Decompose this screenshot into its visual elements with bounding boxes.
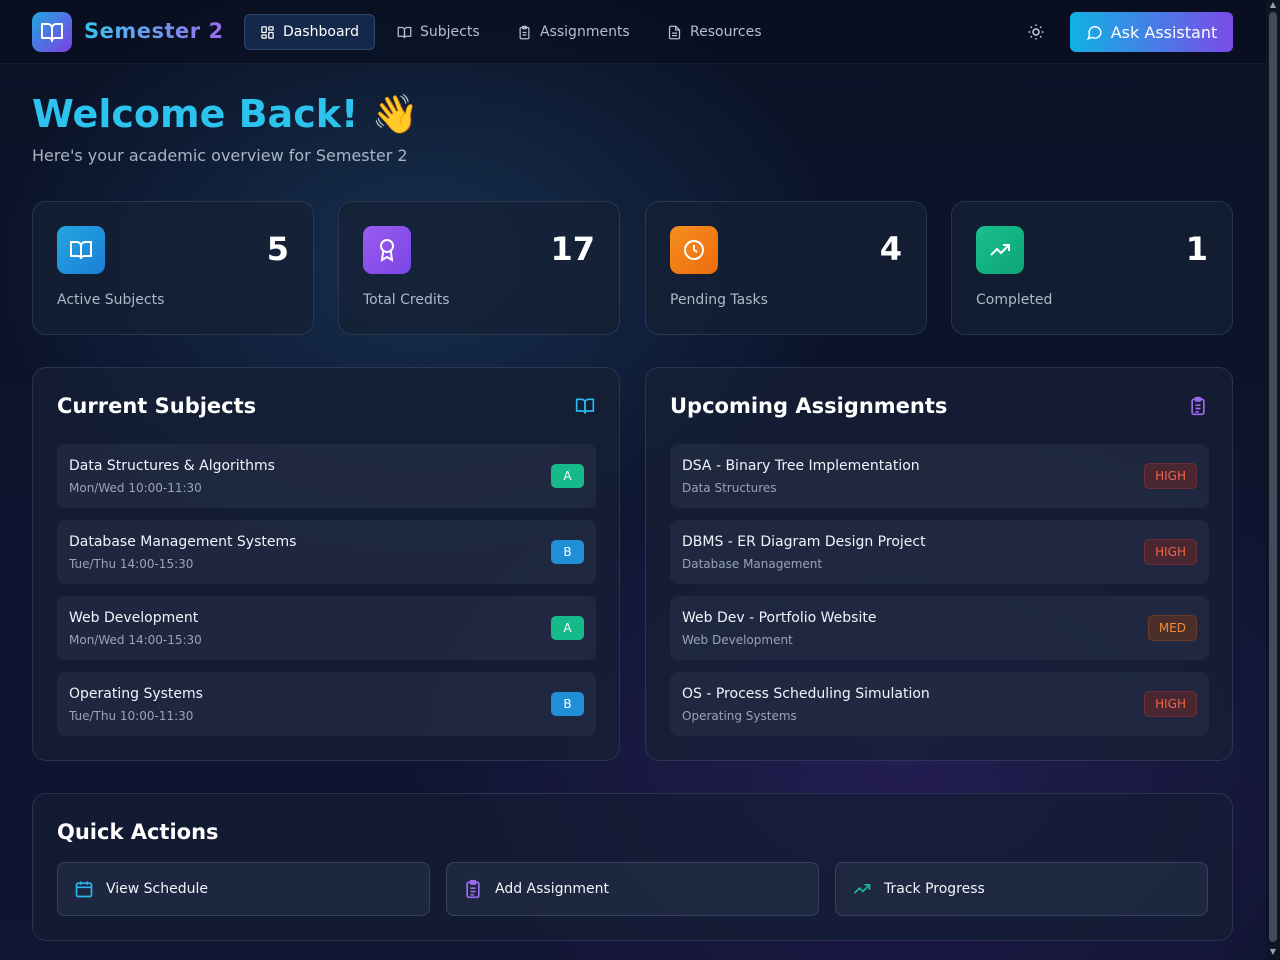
clipboard-icon bbox=[519, 25, 530, 39]
subject-name: Database Management Systems bbox=[69, 534, 297, 550]
stat-icon-box bbox=[670, 226, 718, 274]
assignment-subject: Database Management bbox=[682, 557, 823, 571]
stat-icon-box bbox=[363, 226, 411, 274]
panel-title: Current Subjects bbox=[57, 394, 257, 418]
tab-label: Subjects bbox=[420, 24, 480, 40]
assignment-row[interactable]: DSA - Binary Tree Implementation Data St… bbox=[670, 444, 1209, 508]
stat-label: Pending Tasks bbox=[670, 292, 768, 308]
assignment-name: OS - Process Scheduling Simulation bbox=[682, 686, 930, 702]
clipboard-icon bbox=[466, 879, 480, 899]
scrollbar[interactable]: ▲ ▼ bbox=[1266, 0, 1280, 960]
book-icon bbox=[397, 26, 412, 38]
grade-badge: A bbox=[551, 464, 584, 488]
tab-label: Resources bbox=[690, 24, 762, 40]
scroll-down-arrow-icon[interactable]: ▼ bbox=[1269, 948, 1277, 956]
stat-card-pending-tasks: 4 Pending Tasks bbox=[645, 201, 927, 335]
tab-resources[interactable]: Resources bbox=[652, 14, 777, 50]
subject-schedule: Tue/Thu 14:00-15:30 bbox=[69, 557, 194, 571]
view-schedule-button[interactable]: View Schedule bbox=[57, 862, 430, 916]
panel-title: Upcoming Assignments bbox=[670, 394, 948, 418]
assignment-subject: Operating Systems bbox=[682, 709, 797, 723]
assignment-name: DBMS - ER Diagram Design Project bbox=[682, 534, 926, 550]
tab-label: Assignments bbox=[540, 24, 630, 40]
subject-schedule: Mon/Wed 14:00-15:30 bbox=[69, 633, 202, 647]
tab-label: Dashboard bbox=[283, 24, 359, 40]
assignment-subject: Web Development bbox=[682, 633, 793, 647]
subject-name: Web Development bbox=[69, 610, 199, 626]
priority-badge: HIGH bbox=[1144, 539, 1197, 565]
panel-title: Quick Actions bbox=[57, 820, 219, 844]
add-assignment-button[interactable]: Add Assignment bbox=[446, 862, 819, 916]
tab-dashboard[interactable]: Dashboard bbox=[244, 14, 375, 50]
assignment-subject: Data Structures bbox=[682, 481, 777, 495]
assignment-row[interactable]: DBMS - ER Diagram Design Project Databas… bbox=[670, 520, 1209, 584]
scroll-up-arrow-icon[interactable]: ▲ bbox=[1269, 1, 1277, 9]
current-subjects-panel: Current Subjects Data Structures & Algor… bbox=[32, 367, 620, 761]
subject-row[interactable]: Data Structures & Algorithms Mon/Wed 10:… bbox=[57, 444, 596, 508]
stat-value: 4 bbox=[879, 230, 902, 268]
grade-badge: B bbox=[551, 692, 584, 716]
subject-name: Operating Systems bbox=[69, 686, 203, 702]
subject-row[interactable]: Web Development Mon/Wed 14:00-15:30 A bbox=[57, 596, 596, 660]
stat-label: Active Subjects bbox=[57, 292, 165, 308]
award-icon bbox=[380, 239, 394, 262]
grade-badge: A bbox=[551, 616, 584, 640]
grade-badge: B bbox=[551, 540, 584, 564]
scroll-thumb[interactable] bbox=[1269, 12, 1277, 942]
trending-up-icon bbox=[990, 244, 1010, 256]
stat-value: 17 bbox=[550, 230, 595, 268]
subject-schedule: Mon/Wed 10:00-11:30 bbox=[69, 481, 202, 495]
ask-assistant-button[interactable]: Ask Assistant bbox=[1070, 12, 1233, 52]
clock-icon bbox=[684, 240, 704, 260]
tab-assignments[interactable]: Assignments bbox=[502, 14, 645, 50]
assignment-row[interactable]: OS - Process Scheduling Simulation Opera… bbox=[670, 672, 1209, 736]
stat-value: 1 bbox=[1185, 230, 1208, 268]
subject-row[interactable]: Database Management Systems Tue/Thu 14:0… bbox=[57, 520, 596, 584]
stat-label: Total Credits bbox=[363, 292, 450, 308]
dashboard-icon bbox=[261, 25, 274, 39]
subject-name: Data Structures & Algorithms bbox=[69, 458, 275, 474]
theme-toggle-button[interactable] bbox=[1022, 18, 1050, 46]
stat-label: Completed bbox=[976, 292, 1053, 308]
message-icon bbox=[1086, 25, 1102, 40]
stat-icon-box bbox=[976, 226, 1024, 274]
book-icon bbox=[575, 398, 595, 414]
assignment-name: Web Dev - Portfolio Website bbox=[682, 610, 877, 626]
logo[interactable] bbox=[32, 12, 72, 52]
book-icon bbox=[70, 241, 92, 260]
subject-schedule: Tue/Thu 10:00-11:30 bbox=[69, 709, 194, 723]
priority-badge: HIGH bbox=[1144, 691, 1197, 717]
assignment-name: DSA - Binary Tree Implementation bbox=[682, 458, 920, 474]
calendar-icon bbox=[75, 881, 93, 898]
priority-badge: HIGH bbox=[1144, 463, 1197, 489]
page-subtitle: Here's your academic overview for Semest… bbox=[32, 146, 408, 165]
upcoming-assignments-panel: Upcoming Assignments DSA - Binary Tree I… bbox=[645, 367, 1233, 761]
tab-subjects[interactable]: Subjects bbox=[382, 14, 495, 50]
page-title: Welcome Back! 👋 bbox=[32, 92, 419, 136]
top-nav: Semester 2 Dashboard Subjects Assignment… bbox=[0, 0, 1266, 64]
stat-card-total-credits: 17 Total Credits bbox=[338, 201, 620, 335]
ask-assistant-label: Ask Assistant bbox=[1110, 22, 1218, 42]
priority-badge: MED bbox=[1147, 615, 1197, 641]
file-icon bbox=[668, 25, 681, 39]
brand-title[interactable]: Semester 2 bbox=[84, 19, 224, 43]
stat-card-completed: 1 Completed bbox=[951, 201, 1233, 335]
stat-card-active-subjects: 5 Active Subjects bbox=[32, 201, 314, 335]
stat-icon-box bbox=[57, 226, 105, 274]
book-icon bbox=[41, 23, 63, 42]
quick-actions-panel: Quick Actions View Schedule Add Assignme… bbox=[32, 793, 1233, 941]
quick-action-label: Add Assignment bbox=[495, 881, 609, 897]
clipboard-icon bbox=[1191, 396, 1205, 416]
sun-icon bbox=[1028, 24, 1044, 40]
trending-up-icon bbox=[853, 884, 871, 894]
quick-action-label: Track Progress bbox=[884, 881, 985, 897]
stat-value: 5 bbox=[266, 230, 289, 268]
quick-action-label: View Schedule bbox=[106, 881, 209, 897]
assignment-row[interactable]: Web Dev - Portfolio Website Web Developm… bbox=[670, 596, 1209, 660]
track-progress-button[interactable]: Track Progress bbox=[835, 862, 1208, 916]
subject-row[interactable]: Operating Systems Tue/Thu 10:00-11:30 B bbox=[57, 672, 596, 736]
